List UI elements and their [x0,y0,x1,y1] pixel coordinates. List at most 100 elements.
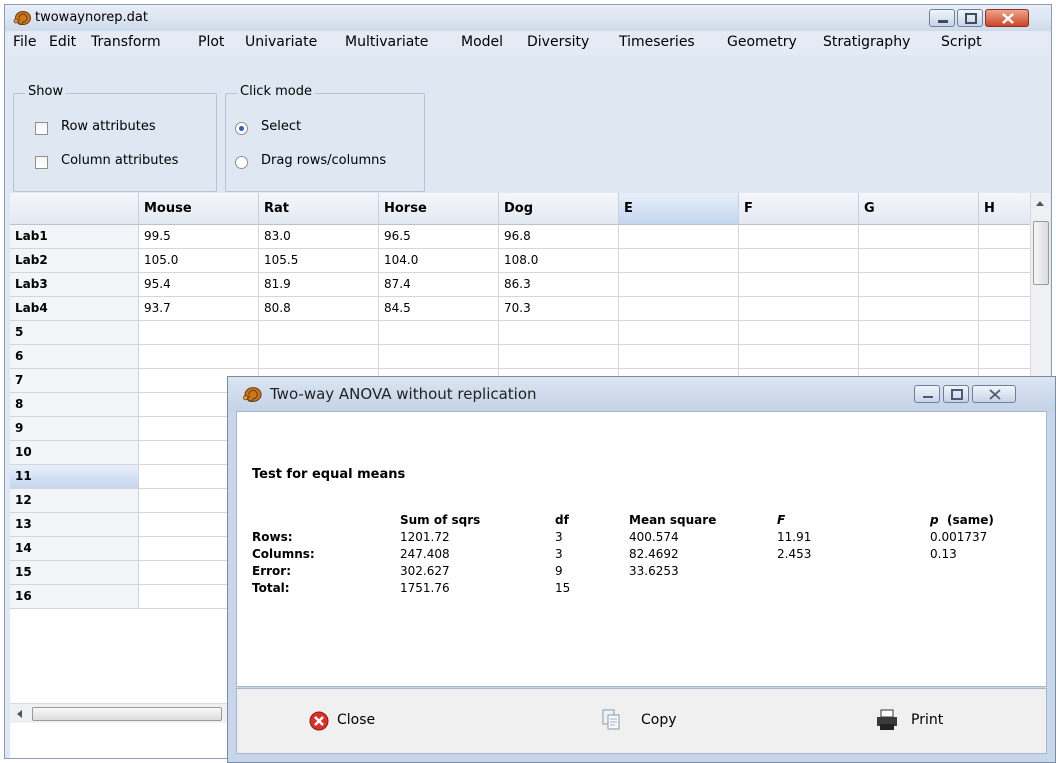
grid-cell[interactable] [379,321,499,345]
row-header[interactable]: Lab1 [10,225,139,249]
grid-cell[interactable] [259,321,379,345]
menu-stratigraphy[interactable]: Stratigraphy [823,34,910,50]
menu-transform[interactable]: Transform [91,34,161,50]
column-header[interactable]: Horse [379,193,499,225]
grid-cell[interactable] [379,345,499,369]
column-header[interactable]: Rat [259,193,379,225]
column-header[interactable]: G [859,193,979,225]
row-header[interactable]: Lab4 [10,297,139,321]
dialog-maximize-button[interactable] [943,385,969,403]
grid-cell[interactable] [859,321,979,345]
grid-cell[interactable] [859,249,979,273]
menu-plot[interactable]: Plot [198,34,224,50]
grid-cell[interactable]: 93.7 [139,297,259,321]
grid-cell[interactable] [859,225,979,249]
close-window-button[interactable] [985,9,1029,27]
grid-cell[interactable] [619,345,739,369]
select-radio-label[interactable]: Select [261,119,301,134]
grid-cell[interactable] [139,321,259,345]
row-header[interactable]: 7 [10,369,139,393]
row-header[interactable]: 14 [10,537,139,561]
grid-cell[interactable]: 96.5 [379,225,499,249]
grid-cell[interactable]: 105.5 [259,249,379,273]
row-header[interactable]: 8 [10,393,139,417]
drag-rows-columns-label[interactable]: Drag rows/columns [261,153,386,168]
grid-cell[interactable] [859,297,979,321]
grid-cell[interactable] [859,273,979,297]
grid-cell[interactable]: 80.8 [259,297,379,321]
grid-cell[interactable] [619,297,739,321]
menu-diversity[interactable]: Diversity [527,34,589,50]
grid-cell[interactable] [139,345,259,369]
menu-timeseries[interactable]: Timeseries [619,34,695,50]
scroll-left-arrow-icon[interactable] [15,709,23,719]
grid-cell[interactable] [739,345,859,369]
horizontal-scroll-thumb[interactable] [32,707,222,721]
grid-cell[interactable]: 99.5 [139,225,259,249]
column-header[interactable]: Mouse [139,193,259,225]
copy-button[interactable]: Copy [601,709,721,735]
close-button[interactable]: Close [309,709,429,735]
row-header[interactable]: Lab2 [10,249,139,273]
grid-cell[interactable] [619,249,739,273]
grid-cell[interactable]: 104.0 [379,249,499,273]
print-button[interactable]: Print [875,709,995,735]
column-attributes-checkbox[interactable] [35,156,48,169]
horizontal-scrollbar[interactable] [10,703,230,723]
row-header[interactable]: 5 [10,321,139,345]
grid-cell[interactable]: 108.0 [499,249,619,273]
drag-rows-columns-radio[interactable] [235,156,248,169]
scroll-up-arrow-icon[interactable] [1035,199,1045,207]
dialog-close-window-button[interactable] [972,385,1016,403]
grid-cell[interactable] [859,345,979,369]
grid-cell[interactable]: 105.0 [139,249,259,273]
grid-cell[interactable]: 70.3 [499,297,619,321]
grid-cell[interactable] [739,273,859,297]
grid-cell[interactable] [739,225,859,249]
title-bar[interactable]: twowaynorep.dat [5,5,1051,31]
menu-geometry[interactable]: Geometry [727,34,797,50]
menu-univariate[interactable]: Univariate [245,34,317,50]
row-header[interactable]: 10 [10,441,139,465]
grid-cell[interactable]: 81.9 [259,273,379,297]
dialog-minimize-button[interactable] [914,385,940,403]
maximize-button[interactable] [957,9,983,27]
minimize-button[interactable] [929,9,955,27]
row-header[interactable]: 15 [10,561,139,585]
row-header[interactable]: Lab3 [10,273,139,297]
grid-cell[interactable] [259,345,379,369]
grid-cell[interactable]: 83.0 [259,225,379,249]
grid-cell[interactable] [739,297,859,321]
row-header[interactable]: 11 [10,465,139,489]
row-attributes-label[interactable]: Row attributes [61,119,156,134]
row-header[interactable]: 13 [10,513,139,537]
grid-cell[interactable] [499,321,619,345]
grid-cell[interactable]: 86.3 [499,273,619,297]
row-header[interactable]: 12 [10,489,139,513]
row-attributes-checkbox[interactable] [35,122,48,135]
vertical-scroll-thumb[interactable] [1033,221,1049,285]
grid-cell[interactable]: 87.4 [379,273,499,297]
column-header[interactable]: Dog [499,193,619,225]
grid-cell[interactable] [619,321,739,345]
grid-cell[interactable]: 96.8 [499,225,619,249]
row-header[interactable]: 9 [10,417,139,441]
grid-cell[interactable] [619,273,739,297]
column-attributes-label[interactable]: Column attributes [61,153,178,168]
row-header[interactable]: 16 [10,585,139,609]
menu-edit[interactable]: Edit [49,34,76,50]
grid-cell[interactable] [739,321,859,345]
menu-model[interactable]: Model [461,34,503,50]
column-header[interactable]: F [739,193,859,225]
column-header[interactable]: E [619,193,739,225]
grid-cell[interactable] [739,249,859,273]
grid-cell[interactable] [619,225,739,249]
menu-multivariate[interactable]: Multivariate [345,34,428,50]
menu-file[interactable]: File [13,34,36,50]
row-header[interactable]: 6 [10,345,139,369]
grid-cell[interactable]: 84.5 [379,297,499,321]
menu-script[interactable]: Script [941,34,982,50]
grid-cell[interactable] [499,345,619,369]
grid-cell[interactable]: 95.4 [139,273,259,297]
dialog-title-bar[interactable]: Two-way ANOVA without replication [228,377,1055,411]
